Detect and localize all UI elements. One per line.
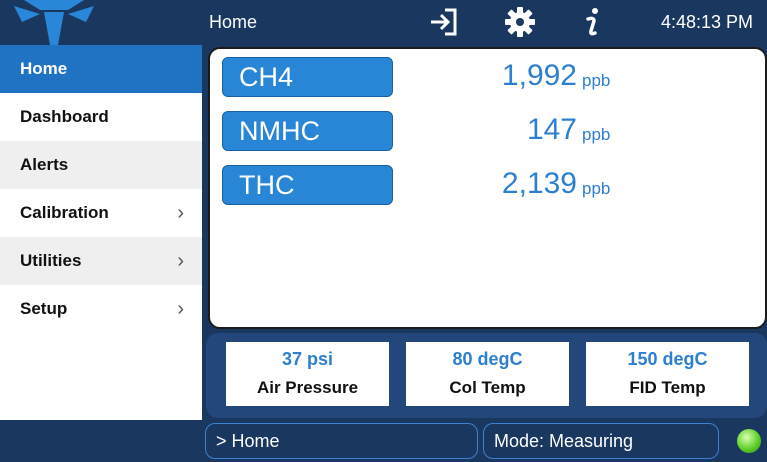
gas-button-thc[interactable]: THC bbox=[222, 165, 393, 205]
gas-button-ch4[interactable]: CH4 bbox=[222, 57, 393, 97]
status-value: 80 degC bbox=[452, 349, 523, 369]
gas-value: 2,139 bbox=[501, 167, 577, 200]
status-air-pressure: 37 psi Air Pressure bbox=[226, 342, 389, 406]
status-led-icon bbox=[737, 429, 761, 453]
measurement-row-ch4: CH4 1,992 ppb bbox=[222, 57, 762, 97]
status-value: 150 degC bbox=[627, 349, 708, 369]
status-label: Col Temp bbox=[449, 378, 526, 397]
gas-value: 147 bbox=[526, 113, 577, 146]
breadcrumb: > Home bbox=[205, 423, 478, 459]
status-label: FID Temp bbox=[629, 378, 706, 397]
sidebar-item-alerts[interactable]: Alerts bbox=[0, 141, 202, 189]
status-label: Air Pressure bbox=[256, 378, 359, 397]
mode-indicator: Mode: Measuring bbox=[483, 423, 719, 459]
measurement-panel: CH4 1,992 ppb NMHC 147 ppb THC 2,139 ppb bbox=[208, 47, 767, 329]
status-col-temp: 80 degC Col Temp bbox=[406, 342, 569, 406]
page-title: Home bbox=[209, 12, 258, 32]
sidebar-item-dashboard[interactable]: Dashboard bbox=[0, 93, 202, 141]
sidebar-item-home[interactable]: Home bbox=[0, 45, 202, 93]
clock: 4:48:13 PM bbox=[660, 12, 753, 32]
gas-unit: ppb bbox=[582, 71, 611, 90]
gas-value: 1,992 bbox=[501, 59, 577, 92]
gas-button-nmhc[interactable]: NMHC bbox=[222, 111, 393, 151]
sidebar-item-label: Calibration bbox=[20, 203, 109, 222]
top-bar: Home 4:48:13 PM bbox=[0, 0, 767, 45]
sidebar-item-setup[interactable]: Setup › bbox=[0, 285, 202, 333]
sign-in-icon[interactable] bbox=[427, 6, 459, 38]
status-panel: 37 psi Air Pressure 80 degC Col Temp 150… bbox=[206, 333, 767, 418]
sidebar-item-utilities[interactable]: Utilities › bbox=[0, 237, 202, 285]
chevron-right-icon: › bbox=[177, 250, 184, 272]
measurement-row-thc: THC 2,139 ppb bbox=[222, 165, 762, 205]
status-value: 37 psi bbox=[281, 349, 334, 369]
sidebar-item-label: Alerts bbox=[20, 155, 69, 174]
sidebar-item-label: Setup bbox=[20, 299, 68, 318]
status-fid-temp: 150 degC FID Temp bbox=[586, 342, 749, 406]
chevron-right-icon: › bbox=[177, 298, 184, 320]
gas-unit: ppb bbox=[582, 179, 611, 198]
sidebar-item-label: Utilities bbox=[20, 251, 82, 270]
measurement-row-nmhc: NMHC 147 ppb bbox=[222, 111, 762, 151]
sidebar-item-label: Home bbox=[20, 59, 68, 78]
chevron-right-icon: › bbox=[177, 202, 184, 224]
gear-icon[interactable] bbox=[504, 6, 536, 38]
sidebar-item-calibration[interactable]: Calibration › bbox=[0, 189, 202, 237]
company-logo bbox=[14, 0, 94, 45]
info-icon[interactable] bbox=[576, 6, 608, 38]
gas-unit: ppb bbox=[582, 125, 611, 144]
footer-bar: > Home Mode: Measuring bbox=[0, 420, 767, 462]
sidebar-item-label: Dashboard bbox=[20, 107, 109, 126]
sidebar: Home Dashboard Alerts Calibration › Util… bbox=[0, 45, 202, 422]
